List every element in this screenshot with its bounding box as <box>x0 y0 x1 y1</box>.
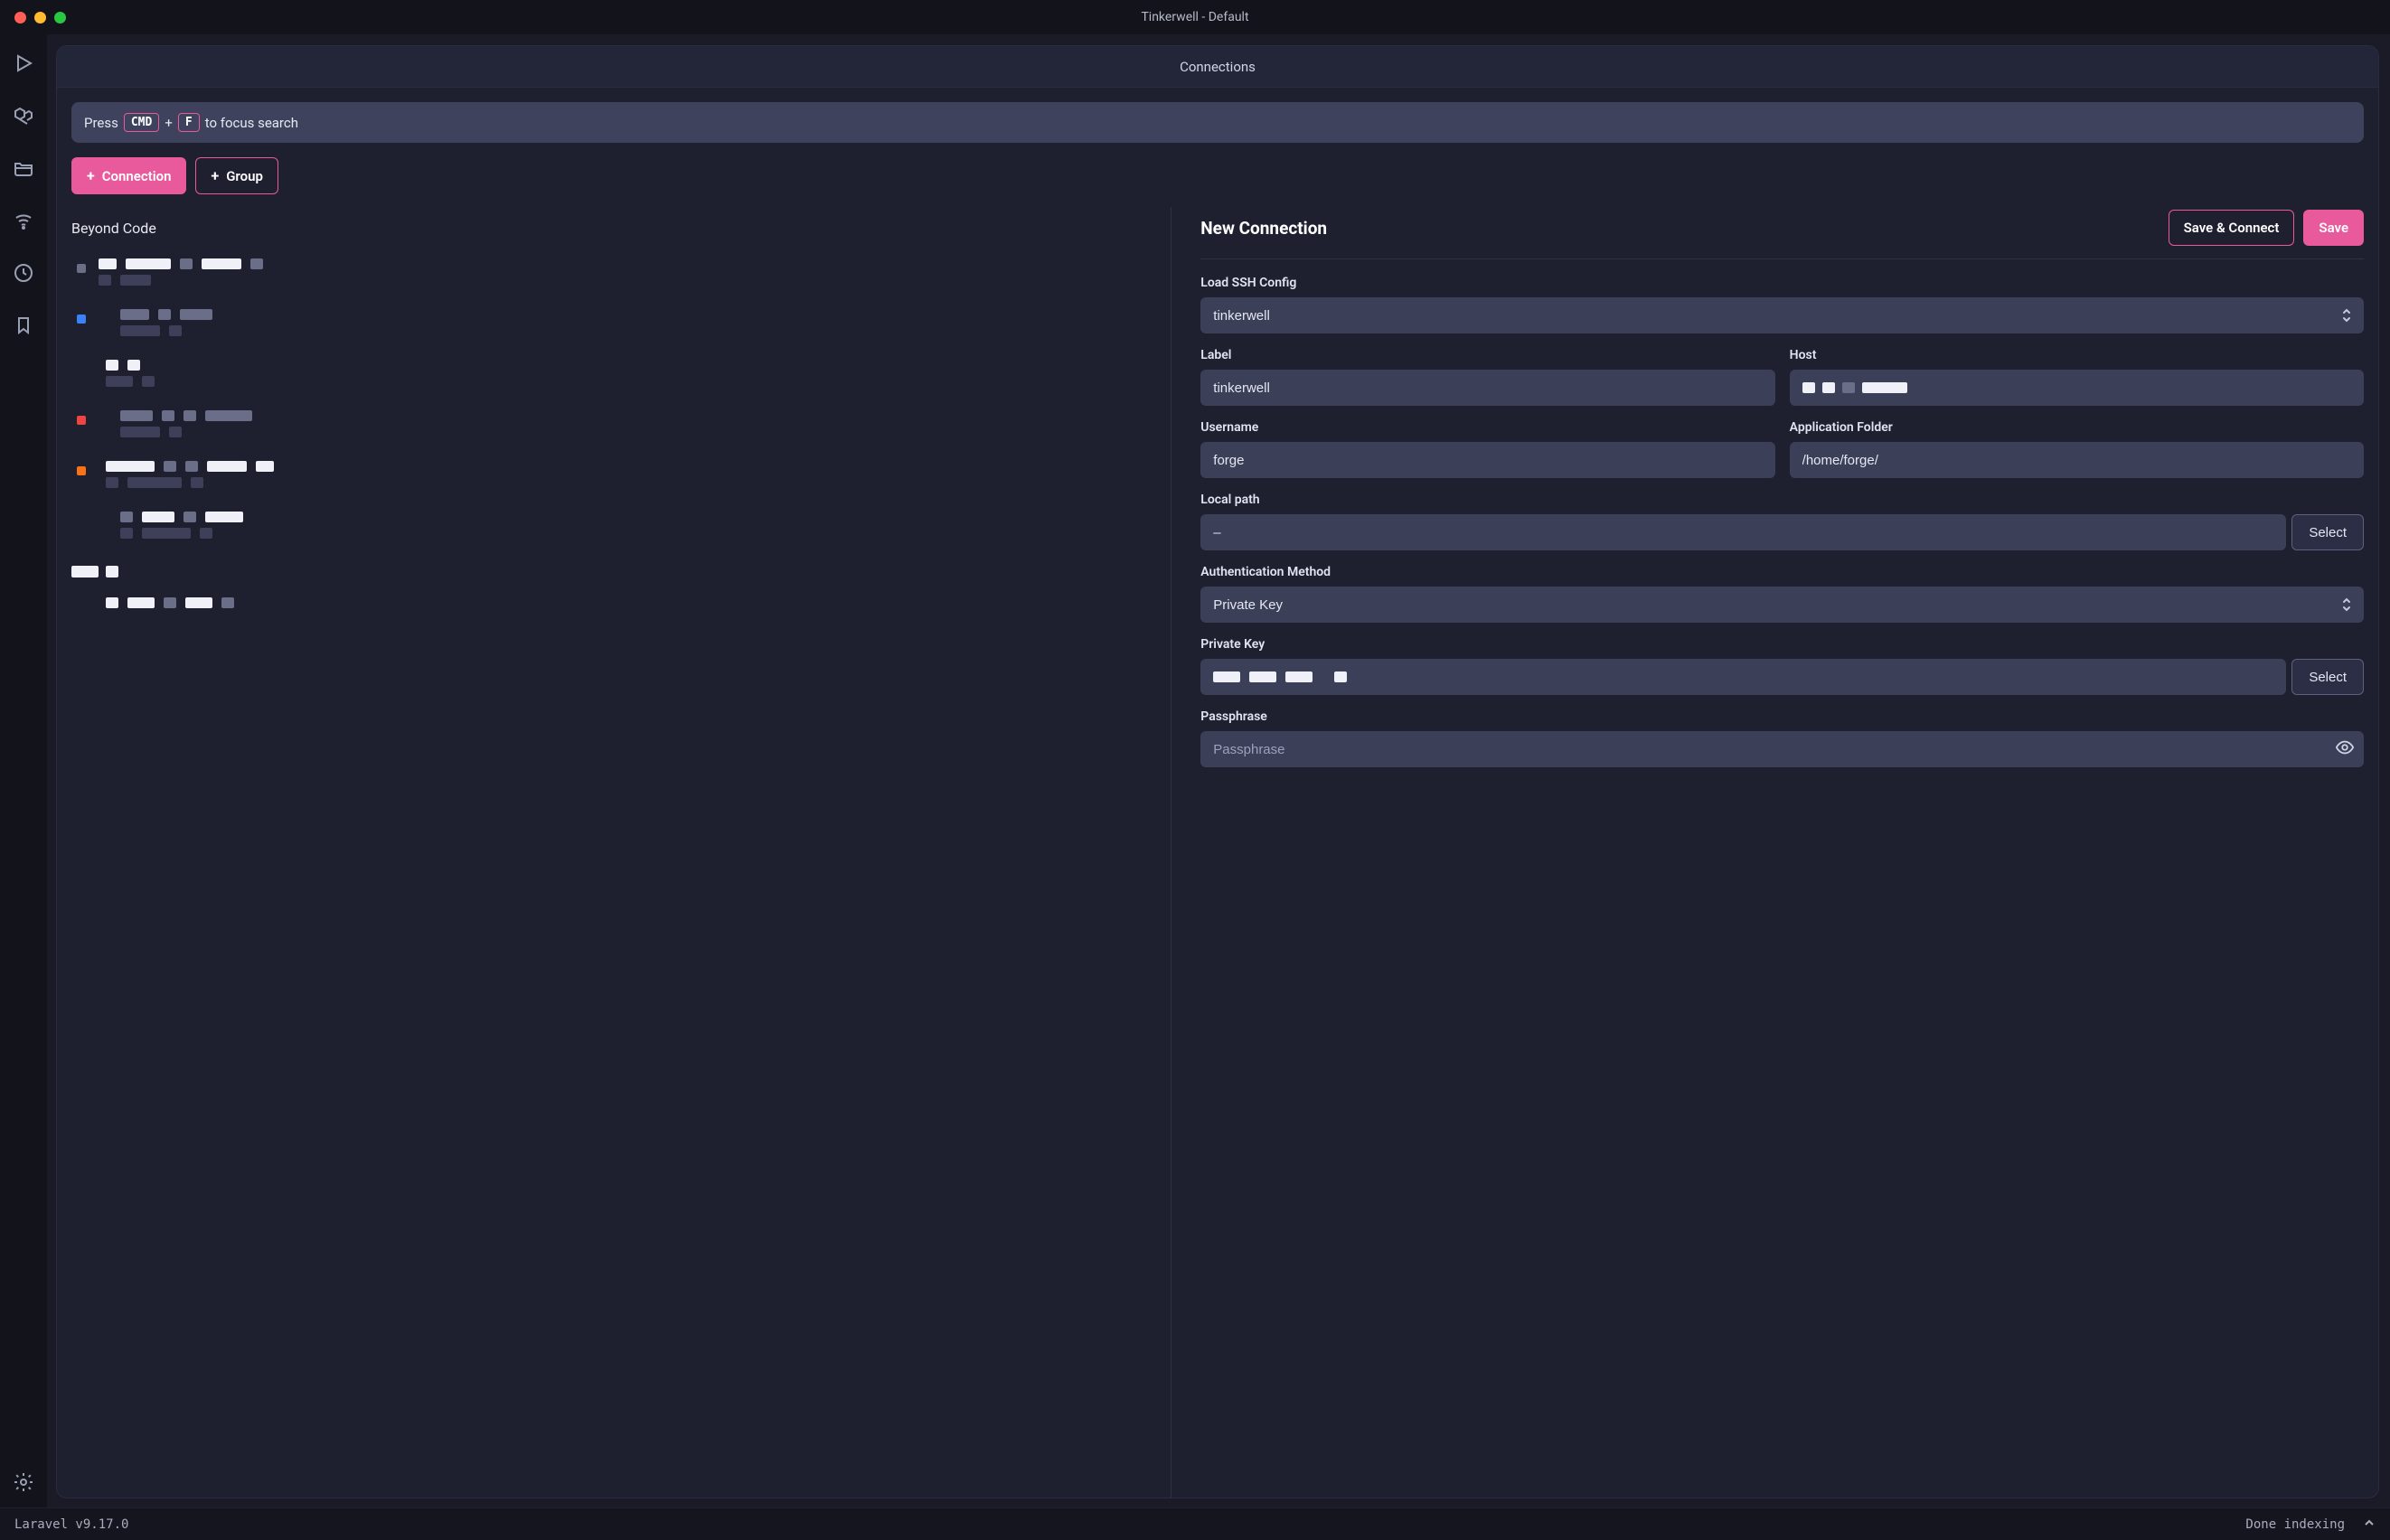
connection-item[interactable] <box>77 461 1142 488</box>
plus-icon: + <box>87 167 95 184</box>
group-title: Beyond Code <box>71 220 1142 237</box>
private-key-label: Private Key <box>1200 637 2364 652</box>
auth-method-select[interactable] <box>1200 587 2364 623</box>
status-bar: Laravel v9.17.0 Done indexing <box>0 1507 2390 1540</box>
host-input[interactable] <box>1790 370 2364 406</box>
username-input[interactable] <box>1200 442 1774 478</box>
status-dot <box>77 264 86 273</box>
kbd-cmd: CMD <box>124 113 159 132</box>
connection-form: New Connection Save & Connect Save Load … <box>1171 207 2364 1498</box>
connection-item[interactable] <box>77 597 1142 612</box>
add-connection-button[interactable]: + Connection <box>71 157 186 194</box>
passphrase-input[interactable] <box>1200 731 2364 767</box>
history-button[interactable] <box>7 258 40 287</box>
connection-item[interactable] <box>77 360 1142 387</box>
private-key-select-button[interactable]: Select <box>2291 659 2364 695</box>
bookmark-icon <box>13 315 34 336</box>
laravel-icon <box>13 105 34 127</box>
maximize-window-button[interactable] <box>54 12 66 23</box>
ssh-config-label: Load SSH Config <box>1200 276 2364 290</box>
username-label: Username <box>1200 420 1774 435</box>
status-dot <box>77 365 86 374</box>
connection-item[interactable] <box>77 258 1142 286</box>
window-title: Tinkerwell - Default <box>0 10 2390 24</box>
run-button[interactable] <box>7 49 40 78</box>
eye-icon <box>2335 737 2355 757</box>
status-dot <box>77 517 86 526</box>
status-dot <box>77 416 86 425</box>
search-hint-suffix: to focus search <box>205 115 298 131</box>
status-expand-button[interactable] <box>2363 1517 2376 1533</box>
connection-item[interactable] <box>77 309 1142 336</box>
host-label: Host <box>1790 348 2364 362</box>
gear-icon <box>13 1471 34 1493</box>
open-folder-button[interactable] <box>7 154 40 183</box>
status-dot <box>77 466 86 475</box>
panel-title: Connections <box>57 46 2378 88</box>
titlebar: Tinkerwell - Default <box>0 0 2390 34</box>
auth-method-label: Authentication Method <box>1200 565 2364 579</box>
folder-open-icon <box>13 157 34 179</box>
search-hint[interactable]: Press CMD + F to focus search <box>71 102 2364 143</box>
remote-button[interactable] <box>7 206 40 235</box>
laravel-button[interactable] <box>7 101 40 130</box>
form-title: New Connection <box>1200 218 1327 239</box>
play-icon <box>13 52 34 74</box>
add-connection-label: Connection <box>102 168 172 184</box>
status-framework: Laravel v9.17.0 <box>14 1517 128 1532</box>
ssh-config-select[interactable] <box>1200 297 2364 333</box>
app-folder-label: Application Folder <box>1790 420 2364 435</box>
close-window-button[interactable] <box>14 12 26 23</box>
minimize-window-button[interactable] <box>34 12 46 23</box>
app-folder-input[interactable] <box>1790 442 2364 478</box>
local-path-label: Local path <box>1200 493 2364 507</box>
passphrase-label: Passphrase <box>1200 709 2364 724</box>
connection-item[interactable] <box>77 410 1142 437</box>
chevron-up-icon <box>2363 1517 2376 1529</box>
group-title-2 <box>71 566 1142 578</box>
kbd-plus: + <box>165 115 173 131</box>
toggle-passphrase-visibility[interactable] <box>2335 737 2355 761</box>
bookmarks-button[interactable] <box>7 311 40 340</box>
private-key-input[interactable] <box>1200 659 2286 695</box>
save-and-connect-button[interactable]: Save & Connect <box>2169 210 2295 246</box>
add-group-label: Group <box>226 168 263 184</box>
label-label: Label <box>1200 348 1774 362</box>
label-input[interactable] <box>1200 370 1774 406</box>
icon-rail <box>0 34 47 1507</box>
save-button[interactable]: Save <box>2303 210 2364 246</box>
local-path-input[interactable] <box>1200 514 2286 550</box>
status-dot <box>77 315 86 324</box>
local-path-select-button[interactable]: Select <box>2291 514 2364 550</box>
kbd-f: F <box>178 113 200 132</box>
status-dot <box>77 603 86 612</box>
wifi-icon <box>13 210 34 231</box>
settings-button[interactable] <box>7 1468 40 1497</box>
plus-icon: + <box>211 167 219 184</box>
connection-item[interactable] <box>77 512 1142 539</box>
clock-icon <box>13 262 34 284</box>
connection-list: Beyond Code <box>71 207 1171 1498</box>
search-hint-prefix: Press <box>84 115 118 131</box>
add-group-button[interactable]: + Group <box>195 157 278 194</box>
status-indexing: Done indexing <box>2245 1517 2345 1532</box>
